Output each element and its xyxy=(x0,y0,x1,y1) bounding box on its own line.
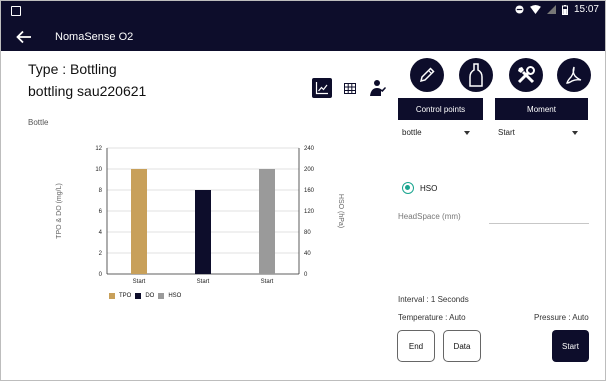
signal-icon xyxy=(546,5,556,14)
y-tick-label: 12 xyxy=(95,146,102,152)
legend-swatch-do xyxy=(135,293,142,299)
data-button[interactable]: Data xyxy=(443,330,481,362)
end-button[interactable]: End xyxy=(397,330,435,362)
y2-tick-label: 240 xyxy=(304,146,315,152)
legend-swatch-hso xyxy=(158,293,165,299)
y2-tick-label: 160 xyxy=(304,188,315,194)
chart-view-button[interactable] xyxy=(312,78,332,98)
x-tick-label: Start xyxy=(261,279,274,285)
edit-button[interactable] xyxy=(410,58,444,92)
status-bar: 15:07 xyxy=(1,1,605,23)
clock: 15:07 xyxy=(573,4,599,15)
interval-text: Interval : 1 Seconds xyxy=(398,295,469,304)
chart-legend: TPO DO HSO xyxy=(109,293,181,299)
legend-swatch-tpo xyxy=(109,293,115,299)
bar-tpo xyxy=(131,169,147,274)
start-button[interactable]: Start xyxy=(552,330,589,362)
control-points-button[interactable]: Control points xyxy=(398,98,483,120)
y2-tick-label: 200 xyxy=(304,167,315,173)
control-point-select[interactable]: bottle xyxy=(402,128,470,144)
bar-do xyxy=(195,190,211,274)
legend-label-tpo: TPO xyxy=(119,293,132,299)
y-tick-label: 0 xyxy=(99,272,103,278)
line-chart-icon xyxy=(315,82,328,95)
dnd-icon xyxy=(515,5,524,14)
y-tick-label: 2 xyxy=(99,251,103,257)
y-tick-label: 6 xyxy=(99,209,103,215)
y-axis-label: TPO & DO (mg/L) xyxy=(56,183,63,239)
y2-tick-label: 120 xyxy=(304,209,315,215)
wifi-icon xyxy=(530,5,541,14)
bar-hso xyxy=(259,169,275,274)
tools-icon xyxy=(517,66,535,84)
section-label: Bottle xyxy=(28,118,49,127)
chevron-down-icon xyxy=(572,131,578,135)
table-icon xyxy=(344,82,356,94)
y-tick-label: 4 xyxy=(99,230,103,236)
operator-button[interactable] xyxy=(365,78,389,98)
y-tick-label: 10 xyxy=(95,167,102,173)
y2-tick-label: 0 xyxy=(304,272,308,278)
moment-select[interactable]: Start xyxy=(498,128,578,144)
pdf-button[interactable] xyxy=(557,58,591,92)
bottle-icon xyxy=(469,63,483,87)
hso-radio-label: HSO xyxy=(420,184,438,193)
tools-button[interactable] xyxy=(509,58,543,92)
table-view-button[interactable] xyxy=(340,78,360,98)
moment-button[interactable]: Moment xyxy=(495,98,588,120)
chevron-down-icon xyxy=(464,131,470,135)
y-tick-label: 8 xyxy=(99,188,103,194)
pressure-text: Pressure : Auto xyxy=(534,313,589,322)
legend-label-hso: HSO xyxy=(168,293,182,299)
y2-tick-label: 40 xyxy=(304,251,311,257)
measurement-chart: 0 2 4 6 8 10 12 0 40 80 120 160 200 240 Start Start Star… xyxy=(47,139,367,309)
control-point-value: bottle xyxy=(402,128,422,137)
bottle-button[interactable] xyxy=(459,58,493,92)
app-window: 15:07 NomaSense O2 Type : Bottling bottl… xyxy=(0,0,606,381)
moment-value: Start xyxy=(498,128,515,137)
app-bar: NomaSense O2 xyxy=(1,23,605,51)
pencil-icon xyxy=(419,67,435,83)
pdf-icon xyxy=(566,66,582,84)
gallery-icon xyxy=(11,6,21,16)
type-label: Type : Bottling xyxy=(28,61,117,77)
bottling-name: bottling sau220621 xyxy=(28,83,147,99)
battery-icon xyxy=(561,4,568,15)
chart-svg: 02468101204080120160200240Start Start Star… xyxy=(56,146,344,285)
status-icons: 15:07 xyxy=(515,4,599,15)
hso-radio[interactable] xyxy=(402,182,414,194)
headspace-input[interactable] xyxy=(489,214,589,224)
temperature-text: Temperature : Auto xyxy=(398,313,466,322)
app-title: NomaSense O2 xyxy=(55,31,134,43)
back-arrow-icon[interactable] xyxy=(15,28,33,46)
operator-icon xyxy=(370,80,386,96)
legend-label-do: DO xyxy=(145,293,155,299)
y2-axis-label: HSO (hPa) xyxy=(337,194,344,228)
x-tick-label: Start xyxy=(197,279,210,285)
x-tick-label: Start xyxy=(133,279,146,285)
headspace-label: HeadSpace (mm) xyxy=(398,212,461,221)
y2-tick-label: 80 xyxy=(304,230,311,236)
